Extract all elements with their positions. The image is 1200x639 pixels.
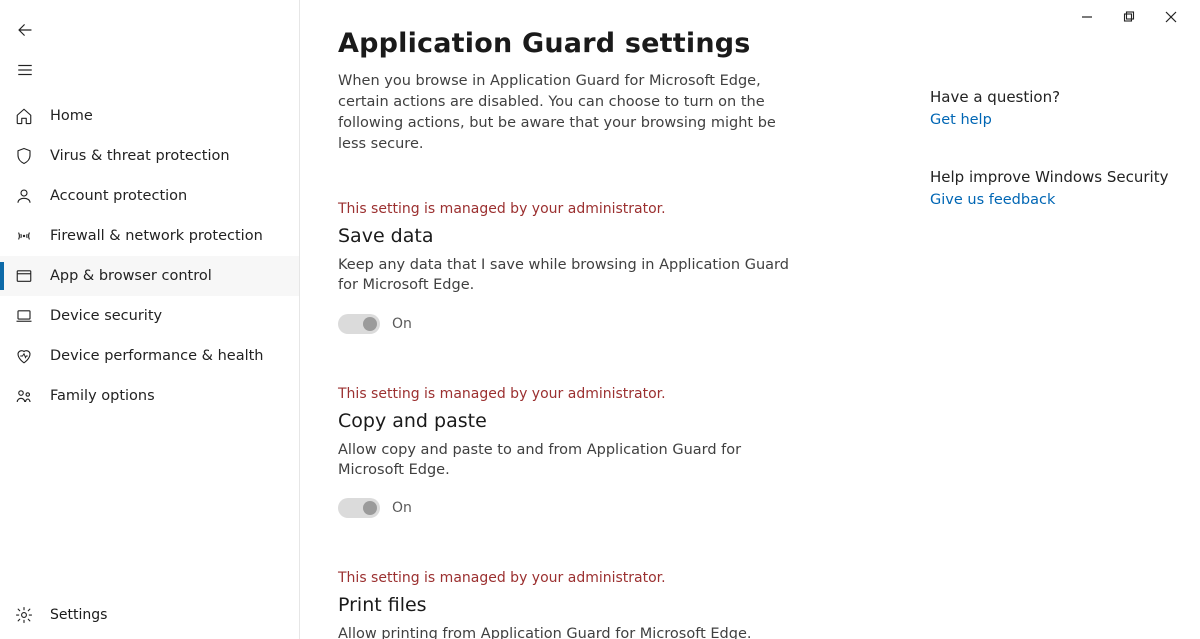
nav-item-account[interactable]: Account protection (0, 176, 299, 216)
nav-item-label: Account protection (50, 188, 187, 204)
setting-title: Save data (338, 225, 878, 247)
toggle-copy-paste[interactable] (338, 498, 380, 518)
sidebar: Home Virus & threat protection Account p… (0, 0, 300, 639)
nav-item-firewall[interactable]: Firewall & network protection (0, 216, 299, 256)
setting-title: Copy and paste (338, 410, 878, 432)
nav-item-label: Device performance & health (50, 348, 264, 364)
home-icon (14, 107, 34, 125)
laptop-icon (14, 307, 34, 325)
restore-button[interactable] (1122, 10, 1136, 24)
main-content: Application Guard settings When you brow… (300, 0, 1200, 639)
hamburger-icon (16, 61, 34, 79)
feedback-link[interactable]: Give us feedback (930, 192, 1055, 208)
setting-title: Print files (338, 594, 878, 616)
improve-heading: Help improve Windows Security (930, 168, 1168, 186)
minimize-button[interactable] (1080, 10, 1094, 24)
back-arrow-icon (16, 21, 34, 39)
nav-item-label: Device security (50, 308, 162, 324)
nav-item-settings[interactable]: Settings (0, 591, 299, 639)
nav-item-label: Home (50, 108, 93, 124)
page-intro: When you browse in Application Guard for… (338, 71, 798, 155)
browser-icon (14, 267, 34, 285)
admin-note: This setting is managed by your administ… (338, 570, 878, 586)
toggle-label: On (392, 316, 412, 332)
nav-item-label: App & browser control (50, 268, 212, 284)
setting-print-files: This setting is managed by your administ… (338, 570, 878, 639)
shield-icon (14, 147, 34, 165)
nav-list: Home Virus & threat protection Account p… (0, 96, 299, 591)
nav-item-performance[interactable]: Device performance & health (0, 336, 299, 376)
toggle-label: On (392, 500, 412, 516)
antenna-icon (14, 227, 34, 245)
setting-save-data: This setting is managed by your administ… (338, 201, 878, 334)
nav-item-label: Virus & threat protection (50, 148, 230, 164)
page-title: Application Guard settings (338, 28, 878, 59)
close-button[interactable] (1164, 10, 1178, 24)
menu-button[interactable] (0, 50, 299, 90)
gear-icon (14, 606, 34, 624)
setting-description: Keep any data that I save while browsing… (338, 255, 798, 296)
nav-item-family[interactable]: Family options (0, 376, 299, 416)
get-help-link[interactable]: Get help (930, 112, 992, 128)
window-controls (1058, 0, 1200, 34)
nav-item-home[interactable]: Home (0, 96, 299, 136)
nav-item-virus[interactable]: Virus & threat protection (0, 136, 299, 176)
heart-icon (14, 347, 34, 365)
nav-item-label: Family options (50, 388, 155, 404)
setting-description: Allow printing from Application Guard fo… (338, 624, 798, 639)
back-button[interactable] (0, 10, 299, 50)
admin-note: This setting is managed by your administ… (338, 201, 878, 217)
nav-item-label: Firewall & network protection (50, 228, 263, 244)
person-icon (14, 187, 34, 205)
settings-label: Settings (50, 607, 107, 623)
setting-copy-paste: This setting is managed by your administ… (338, 386, 878, 519)
admin-note: This setting is managed by your administ… (338, 386, 878, 402)
family-icon (14, 387, 34, 405)
help-aside: Have a question? Get help Help improve W… (930, 28, 1168, 639)
toggle-save-data[interactable] (338, 314, 380, 334)
nav-item-device-security[interactable]: Device security (0, 296, 299, 336)
setting-description: Allow copy and paste to and from Applica… (338, 440, 798, 481)
nav-item-app-browser[interactable]: App & browser control (0, 256, 299, 296)
question-heading: Have a question? (930, 88, 1168, 106)
